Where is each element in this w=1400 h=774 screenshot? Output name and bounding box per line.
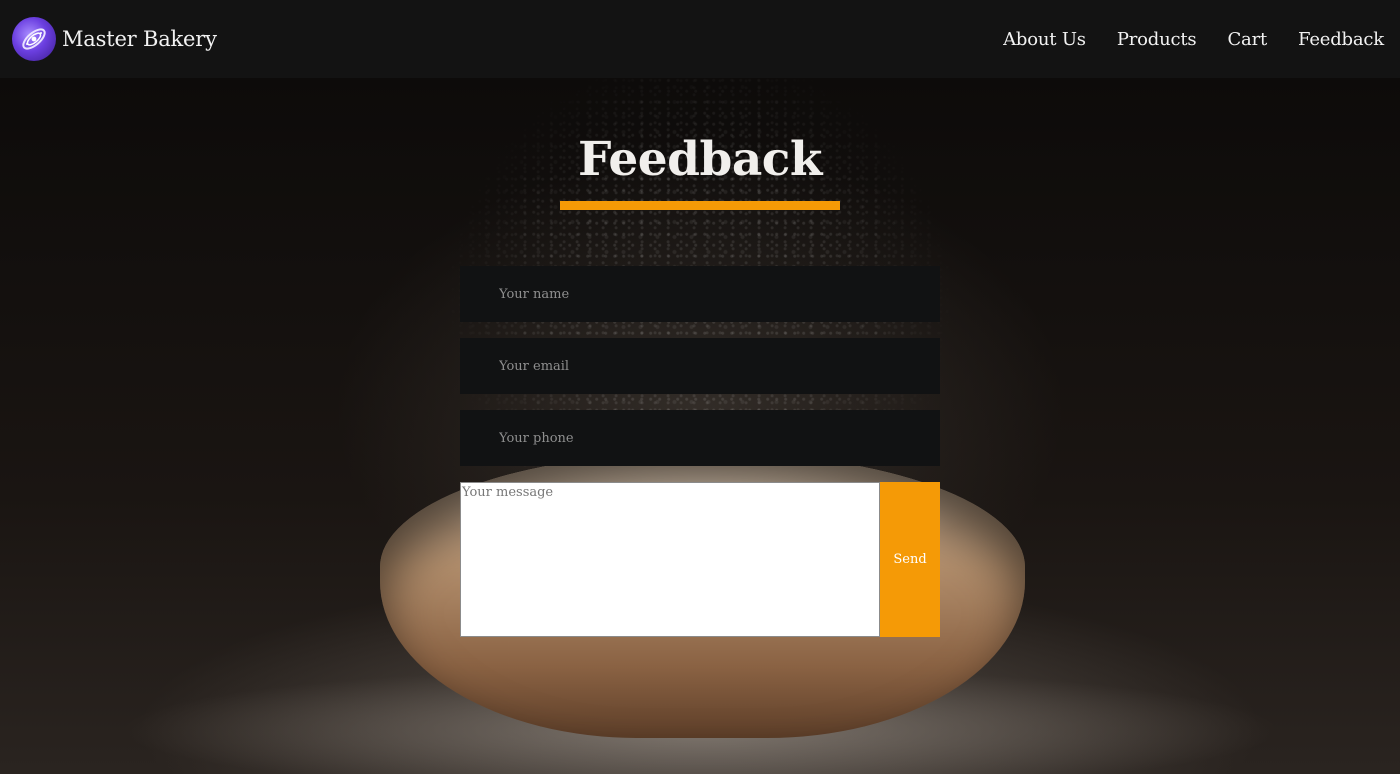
phone-input[interactable] xyxy=(460,410,940,466)
brand-link[interactable]: Master Bakery xyxy=(12,17,217,61)
nav-link-feedback[interactable]: Feedback xyxy=(1298,29,1384,50)
name-input[interactable] xyxy=(460,266,940,322)
top-navbar: Master Bakery About Us Products Cart Fee… xyxy=(0,0,1400,78)
title-underline xyxy=(560,201,840,210)
nav-link-cart[interactable]: Cart xyxy=(1227,29,1267,50)
message-row: Send xyxy=(460,482,940,637)
email-input[interactable] xyxy=(460,338,940,394)
send-button[interactable]: Send xyxy=(880,482,940,637)
message-textarea[interactable] xyxy=(460,482,880,637)
galaxy-logo-icon xyxy=(12,17,56,61)
feedback-form: Send xyxy=(460,266,940,637)
nav-link-products[interactable]: Products xyxy=(1117,29,1197,50)
nav-link-about-us[interactable]: About Us xyxy=(1003,29,1086,50)
main-nav: About Us Products Cart Feedback xyxy=(1003,29,1384,50)
brand-name: Master Bakery xyxy=(62,27,217,51)
page-title: Feedback xyxy=(578,132,822,187)
